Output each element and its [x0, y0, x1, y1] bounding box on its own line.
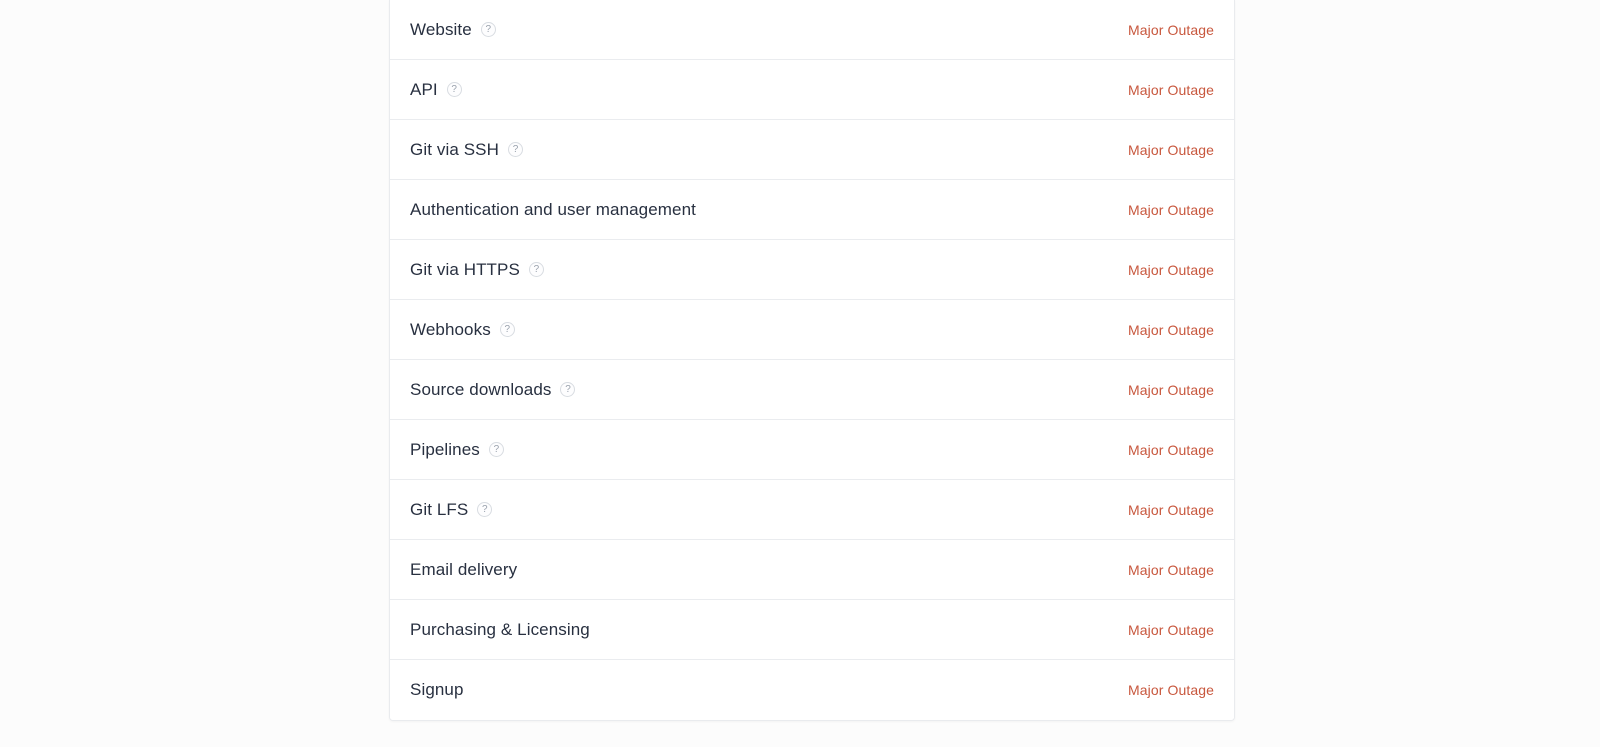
component-info: Git via HTTPS ? — [410, 259, 544, 281]
components-list: Website ? Major Outage API ? Major Outag… — [390, 0, 1234, 720]
component-name: Git via SSH — [410, 139, 499, 159]
status-page: Website ? Major Outage API ? Major Outag… — [0, 0, 1600, 747]
help-circle-icon[interactable]: ? — [446, 82, 462, 97]
component-name: Signup — [410, 680, 464, 699]
component-name: Purchasing & Licensing — [410, 619, 590, 639]
status-badge: Major Outage — [1127, 321, 1214, 338]
component-info: Authentication and user management — [410, 199, 696, 221]
component-info: Git via SSH ? — [410, 139, 523, 161]
table-row[interactable]: Website ? Major Outage — [390, 0, 1234, 60]
status-badge: Major Outage — [1127, 81, 1214, 98]
table-row[interactable]: Git via HTTPS ? Major Outage — [390, 240, 1234, 300]
status-badge: Major Outage — [1127, 381, 1214, 398]
status-badge: Major Outage — [1127, 21, 1214, 38]
component-info: Website ? — [410, 19, 496, 41]
status-badge: Major Outage — [1127, 621, 1214, 638]
table-row[interactable]: Signup Major Outage — [390, 660, 1234, 720]
help-circle-icon[interactable]: ? — [507, 142, 523, 157]
component-name: Source downloads — [410, 379, 552, 399]
component-name: Webhooks — [410, 319, 491, 339]
component-name: API — [410, 79, 438, 99]
status-badge: Major Outage — [1127, 261, 1214, 278]
component-info: API ? — [410, 79, 462, 101]
component-info: Pipelines ? — [410, 439, 504, 461]
component-name: Git LFS — [410, 499, 469, 519]
component-info: Webhooks ? — [410, 319, 515, 341]
status-badge: Major Outage — [1127, 141, 1214, 158]
status-badge: Major Outage — [1127, 561, 1214, 578]
component-name: Authentication and user management — [410, 199, 696, 219]
help-circle-icon[interactable]: ? — [480, 22, 496, 37]
table-row[interactable]: Git via SSH ? Major Outage — [390, 120, 1234, 180]
table-row[interactable]: Source downloads ? Major Outage — [390, 360, 1234, 420]
component-info: Purchasing & Licensing — [410, 619, 590, 641]
component-name: Git via HTTPS — [410, 259, 520, 279]
table-row[interactable]: Git LFS ? Major Outage — [390, 480, 1234, 540]
help-circle-icon[interactable]: ? — [488, 442, 504, 457]
table-row[interactable]: API ? Major Outage — [390, 60, 1234, 120]
table-row[interactable]: Purchasing & Licensing Major Outage — [390, 600, 1234, 660]
status-badge: Major Outage — [1127, 682, 1214, 698]
help-circle-icon[interactable]: ? — [499, 322, 515, 337]
components-status-card: Website ? Major Outage API ? Major Outag… — [389, 0, 1235, 721]
status-badge: Major Outage — [1127, 501, 1214, 518]
table-row[interactable]: Email delivery Major Outage — [390, 540, 1234, 600]
component-info: Email delivery — [410, 559, 517, 581]
table-row[interactable]: Webhooks ? Major Outage — [390, 300, 1234, 360]
status-badge: Major Outage — [1127, 201, 1214, 218]
help-circle-icon[interactable]: ? — [528, 262, 544, 277]
table-row[interactable]: Authentication and user management Major… — [390, 180, 1234, 240]
help-circle-icon[interactable]: ? — [477, 502, 493, 517]
table-row[interactable]: Pipelines ? Major Outage — [390, 420, 1234, 480]
component-name: Website — [410, 19, 472, 39]
component-name: Email delivery — [410, 559, 518, 579]
component-info: Source downloads ? — [410, 379, 576, 401]
component-info: Git LFS ? — [410, 499, 493, 521]
help-circle-icon[interactable]: ? — [560, 382, 576, 397]
status-badge: Major Outage — [1127, 441, 1214, 458]
component-info: Signup — [410, 679, 464, 701]
component-name: Pipelines — [410, 439, 480, 459]
